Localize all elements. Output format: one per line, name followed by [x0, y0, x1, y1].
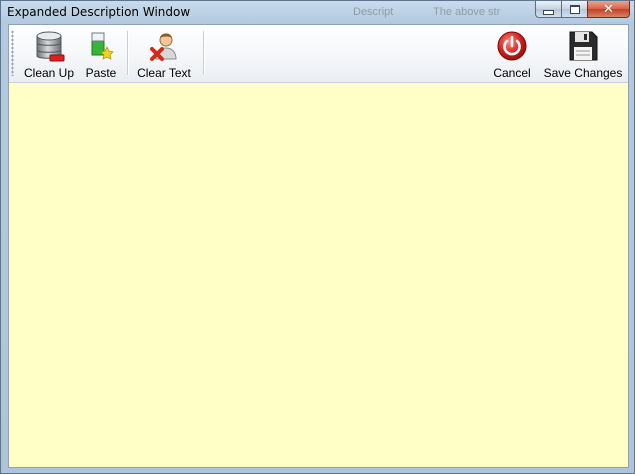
toolbar-separator-2 [203, 31, 205, 75]
save-changes-button[interactable]: Save Changes [541, 26, 625, 80]
user-delete-icon [150, 33, 177, 61]
close-icon: ✕ [603, 1, 614, 16]
save-disk-icon [569, 31, 598, 61]
toolbar-grip[interactable] [11, 30, 14, 76]
toolbar-separator [127, 31, 129, 75]
maximize-button[interactable] [561, 1, 587, 18]
paste-button[interactable]: Paste [81, 26, 121, 80]
window-title: Expanded Description Window [7, 5, 191, 19]
cancel-label: Cancel [493, 66, 531, 80]
minimize-icon [543, 9, 554, 15]
database-clean-icon [36, 31, 65, 62]
toolbar: Clean Up Paste Clear Text Cancel Save Ch… [9, 25, 628, 83]
caption-buttons: ✕ [535, 1, 630, 18]
power-icon [497, 31, 527, 61]
paste-icon [91, 32, 114, 60]
maximize-icon [569, 4, 580, 14]
close-button[interactable]: ✕ [587, 1, 630, 18]
paste-label: Paste [85, 66, 117, 80]
clear-text-button[interactable]: Clear Text [133, 26, 195, 80]
title-bar[interactable]: Expanded Description Window ✕ [1, 1, 634, 24]
minimize-button[interactable] [535, 1, 561, 18]
save-changes-label: Save Changes [543, 66, 623, 80]
cancel-button[interactable]: Cancel [489, 26, 535, 80]
clean-up-button[interactable]: Clean Up [19, 26, 79, 80]
expanded-description-window: Descript The above str Expanded Descript… [0, 0, 635, 474]
description-textarea[interactable] [9, 83, 628, 467]
clean-up-label: Clean Up [23, 66, 75, 80]
client-area: Clean Up Paste Clear Text Cancel Save Ch… [8, 24, 629, 468]
clear-text-label: Clear Text [137, 66, 191, 80]
